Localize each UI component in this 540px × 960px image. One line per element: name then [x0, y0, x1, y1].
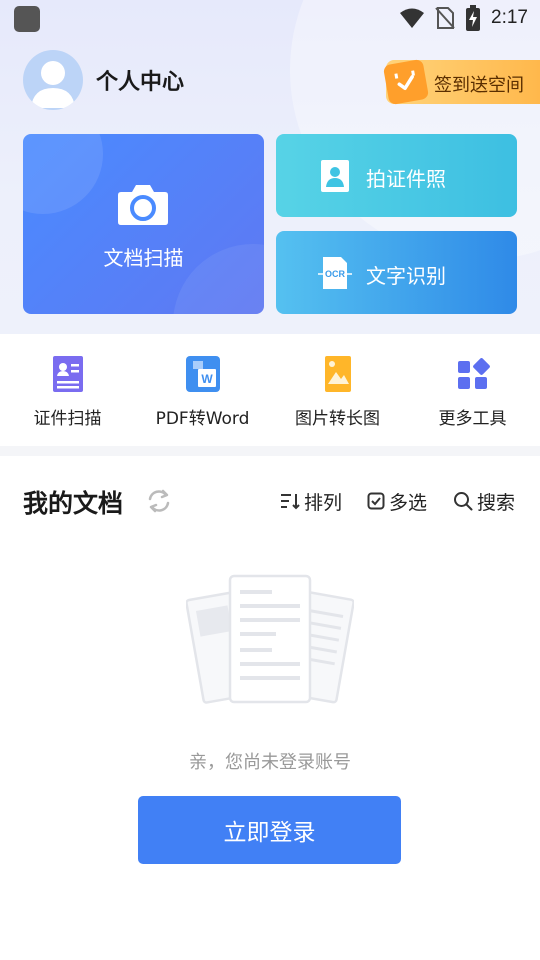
document-scan-label: 文档扫描 — [103, 246, 184, 270]
tool-more-label: 更多工具 — [438, 409, 507, 429]
battery-charging-icon — [466, 5, 481, 31]
tool-id-scan-label: 证件扫描 — [33, 409, 102, 429]
tool-long-image-label: 图片转长图 — [295, 409, 380, 429]
signin-reward-label: 签到送空间 — [434, 75, 524, 96]
avatar[interactable] — [23, 50, 83, 110]
not-logged-in-message: 亲，您尚未登录账号 — [189, 752, 351, 773]
text-recognition-card[interactable]: OCR 文字识别 — [276, 231, 517, 314]
id-photo-card[interactable]: 拍证件照 — [276, 134, 517, 217]
id-photo-icon — [321, 160, 349, 192]
status-bar: 2:17 — [0, 0, 540, 36]
empty-documents-illustration — [186, 574, 354, 704]
tools-row: 证件扫描 W PDF转Word 图片转长图 更多工具 — [0, 334, 540, 444]
sort-icon — [281, 494, 300, 510]
text-recognition-label: 文字识别 — [366, 264, 446, 288]
tool-id-scan[interactable]: 证件扫描 — [0, 334, 135, 444]
status-time: 2:17 — [491, 7, 528, 28]
no-sim-icon — [435, 7, 455, 29]
multi-select-label: 多选 — [389, 491, 428, 514]
search-label: 搜索 — [477, 491, 516, 514]
calendar-check-icon — [382, 58, 430, 106]
sort-button[interactable]: 排列 — [280, 488, 342, 514]
checkbox-icon — [367, 492, 385, 510]
document-scan-card[interactable]: 文档扫描 — [23, 134, 264, 314]
tool-more[interactable]: 更多工具 — [405, 334, 540, 444]
section-divider — [0, 446, 540, 456]
user-avatar-icon — [31, 61, 75, 108]
app-notification-icon — [14, 6, 40, 32]
id-photo-label: 拍证件照 — [366, 167, 446, 191]
tool-long-image[interactable]: 图片转长图 — [270, 334, 405, 444]
word-icon-text: W — [201, 372, 213, 386]
camera-icon — [118, 185, 168, 225]
search-button[interactable]: 搜索 — [453, 488, 515, 514]
login-button[interactable]: 立即登录 — [138, 796, 401, 864]
search-icon — [454, 492, 473, 511]
wifi-icon — [400, 8, 425, 28]
more-tools-icon — [457, 358, 490, 389]
my-documents-title: 我的文档 — [23, 489, 124, 518]
sort-label: 排列 — [304, 491, 343, 514]
tool-pdf-to-word[interactable]: W PDF转Word — [135, 334, 270, 444]
page-title: 个人中心 — [96, 70, 185, 95]
refresh-icon[interactable] — [146, 488, 172, 514]
long-image-icon — [324, 356, 351, 392]
id-card-scan-icon — [52, 356, 83, 392]
tool-pdf-to-word-label: PDF转Word — [155, 409, 250, 429]
pdf-to-word-icon: W — [185, 356, 220, 392]
multi-select-button[interactable]: 多选 — [367, 488, 427, 514]
ocr-icon: OCR — [318, 257, 352, 289]
ocr-icon-text: OCR — [325, 269, 346, 279]
